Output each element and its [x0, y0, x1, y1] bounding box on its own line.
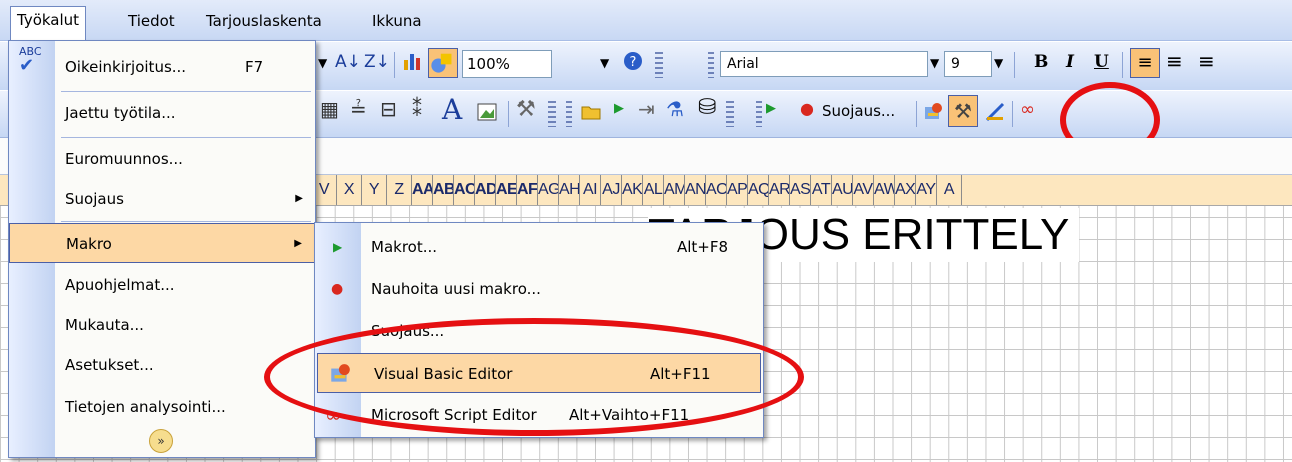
annotation-ellipse-menu	[264, 318, 804, 436]
properties-icon[interactable]: ⚗	[666, 97, 684, 121]
font-name-box[interactable]: Arial	[720, 51, 928, 77]
size-dropdown-icon[interactable]: ▼	[994, 56, 1003, 70]
column-header[interactable]: X	[337, 175, 362, 205]
svg-text:?: ?	[630, 55, 637, 70]
run-macro-icon: ▶	[333, 240, 343, 254]
drawing-button[interactable]	[428, 48, 458, 78]
column-header[interactable]: AA	[412, 175, 433, 205]
menu-item-shared-workspace[interactable]: Jaettu työtila...	[9, 93, 315, 133]
control-toolbox-button[interactable]: ⚒	[948, 95, 978, 127]
tools-icon[interactable]: ⚒	[516, 97, 536, 122]
align-center-icon[interactable]: ≡	[1166, 49, 1183, 73]
column-header[interactable]: AO	[706, 175, 727, 205]
menu-item-spelling[interactable]: ABC ✔ Oikeinkirjoitus... F7	[9, 45, 315, 87]
chart-wizard-icon[interactable]	[402, 50, 424, 72]
column-header[interactable]: AV	[853, 175, 874, 205]
column-header[interactable]: AT	[811, 175, 832, 205]
sort-descending-icon[interactable]: Z↓	[364, 52, 390, 72]
menu-bar: Työkalut Tiedot Tarjouslaskenta Ikkuna	[0, 0, 1292, 41]
bold-icon[interactable]: B	[1034, 52, 1048, 72]
spelling-check-icon: ABC ✔	[19, 45, 42, 76]
column-header[interactable]: AB	[433, 175, 454, 205]
column-header[interactable]: AJ	[601, 175, 622, 205]
column-header[interactable]: Z	[387, 175, 412, 205]
security-toolbar-button[interactable]: Suojaus...	[822, 102, 895, 120]
column-header[interactable]: A	[937, 175, 962, 205]
column-header[interactable]: AX	[895, 175, 916, 205]
menu-item-customize[interactable]: Mukauta...	[9, 305, 315, 345]
menu-item-protection[interactable]: Suojaus ▶	[9, 179, 315, 219]
column-header[interactable]: AG	[538, 175, 559, 205]
visual-basic-editor-icon[interactable]	[922, 101, 944, 123]
column-header[interactable]: AF	[517, 175, 538, 205]
drawing-icon	[431, 53, 452, 73]
menu-tools[interactable]: Työkalut	[10, 6, 87, 41]
font-size-box[interactable]: 9	[944, 51, 992, 77]
column-header[interactable]: AQ	[748, 175, 769, 205]
merge-icon[interactable]: ⊟	[380, 97, 397, 121]
expand-menu-icon[interactable]: »	[149, 429, 173, 453]
toolbox-icon[interactable]: ⛁	[698, 95, 716, 120]
column-header[interactable]: AW	[874, 175, 895, 205]
menu-item-add-ins[interactable]: Apuohjelmat...	[9, 265, 315, 305]
zoom-dropdown-icon[interactable]: ▼	[600, 56, 609, 70]
column-header[interactable]: AM	[664, 175, 685, 205]
align-right-icon[interactable]: ≡	[1198, 49, 1215, 73]
run-icon[interactable]: ▶	[614, 101, 624, 116]
italic-icon[interactable]: I	[1066, 52, 1074, 72]
column-header[interactable]: AL	[643, 175, 664, 205]
menu-item-macro[interactable]: Makro ▶	[9, 223, 315, 263]
tools-menu: ABC ✔ Oikeinkirjoitus... F7 Jaettu työtil…	[8, 40, 316, 458]
column-header[interactable]: AN	[685, 175, 706, 205]
menu-item-data-analysis[interactable]: Tietojen analysointi...	[9, 387, 315, 427]
dropdown-arrow-icon[interactable]: ▼	[318, 56, 327, 70]
column-header[interactable]: Y	[362, 175, 387, 205]
column-header[interactable]: AI	[580, 175, 601, 205]
column-header[interactable]: AD	[475, 175, 496, 205]
underline-icon[interactable]: U	[1094, 52, 1109, 72]
open-folder-icon[interactable]	[580, 101, 602, 123]
align-left-button[interactable]: ≡	[1130, 48, 1160, 78]
picture-icon[interactable]	[476, 101, 498, 123]
design-mode-icon-2[interactable]	[984, 101, 1006, 123]
submenu-arrow-icon: ▶	[294, 238, 302, 249]
column-header[interactable]: AP	[727, 175, 748, 205]
record-icon: ●	[331, 281, 344, 297]
column-header[interactable]: AH	[559, 175, 580, 205]
column-header[interactable]: AU	[832, 175, 853, 205]
zoom-box[interactable]: 100%	[462, 50, 552, 78]
column-header[interactable]: AE	[496, 175, 517, 205]
align-icon[interactable]: ≟	[350, 97, 367, 121]
column-header[interactable]: AR	[769, 175, 790, 205]
sort-ascending-icon[interactable]: A↓	[335, 52, 361, 72]
column-header[interactable]: AK	[622, 175, 643, 205]
menu-data[interactable]: Tiedot	[122, 8, 181, 34]
menu-item-euro-conversion[interactable]: Euromuunnos...	[9, 139, 315, 179]
font-dropdown-icon[interactable]: ▼	[930, 56, 939, 70]
column-header[interactable]: AS	[790, 175, 811, 205]
vertical-align-icon[interactable]: ⁑	[412, 97, 422, 121]
submenu-arrow-icon: ▶	[295, 193, 303, 204]
record-icon[interactable]: ●	[800, 99, 814, 118]
design-mode-icon[interactable]: ⇥	[638, 97, 655, 121]
menu-window[interactable]: Ikkuna	[366, 8, 428, 34]
menu-item-record-macro[interactable]: ● Nauhoita uusi makro...	[315, 269, 763, 309]
column-header[interactable]: AY	[916, 175, 937, 205]
help-icon[interactable]: ?	[622, 50, 644, 72]
play-icon[interactable]: ▶	[766, 101, 776, 116]
column-header[interactable]: AC	[454, 175, 475, 205]
menu-item-macros[interactable]: ▶ Makrot... Alt+F8	[315, 227, 763, 267]
menu-quote-calculation[interactable]: Tarjouslaskenta	[200, 8, 328, 34]
text-format-icon[interactable]: A	[442, 93, 462, 126]
script-editor-icon[interactable]: ∞	[1020, 99, 1035, 120]
cell-borders-icon[interactable]: ▦	[320, 97, 339, 121]
